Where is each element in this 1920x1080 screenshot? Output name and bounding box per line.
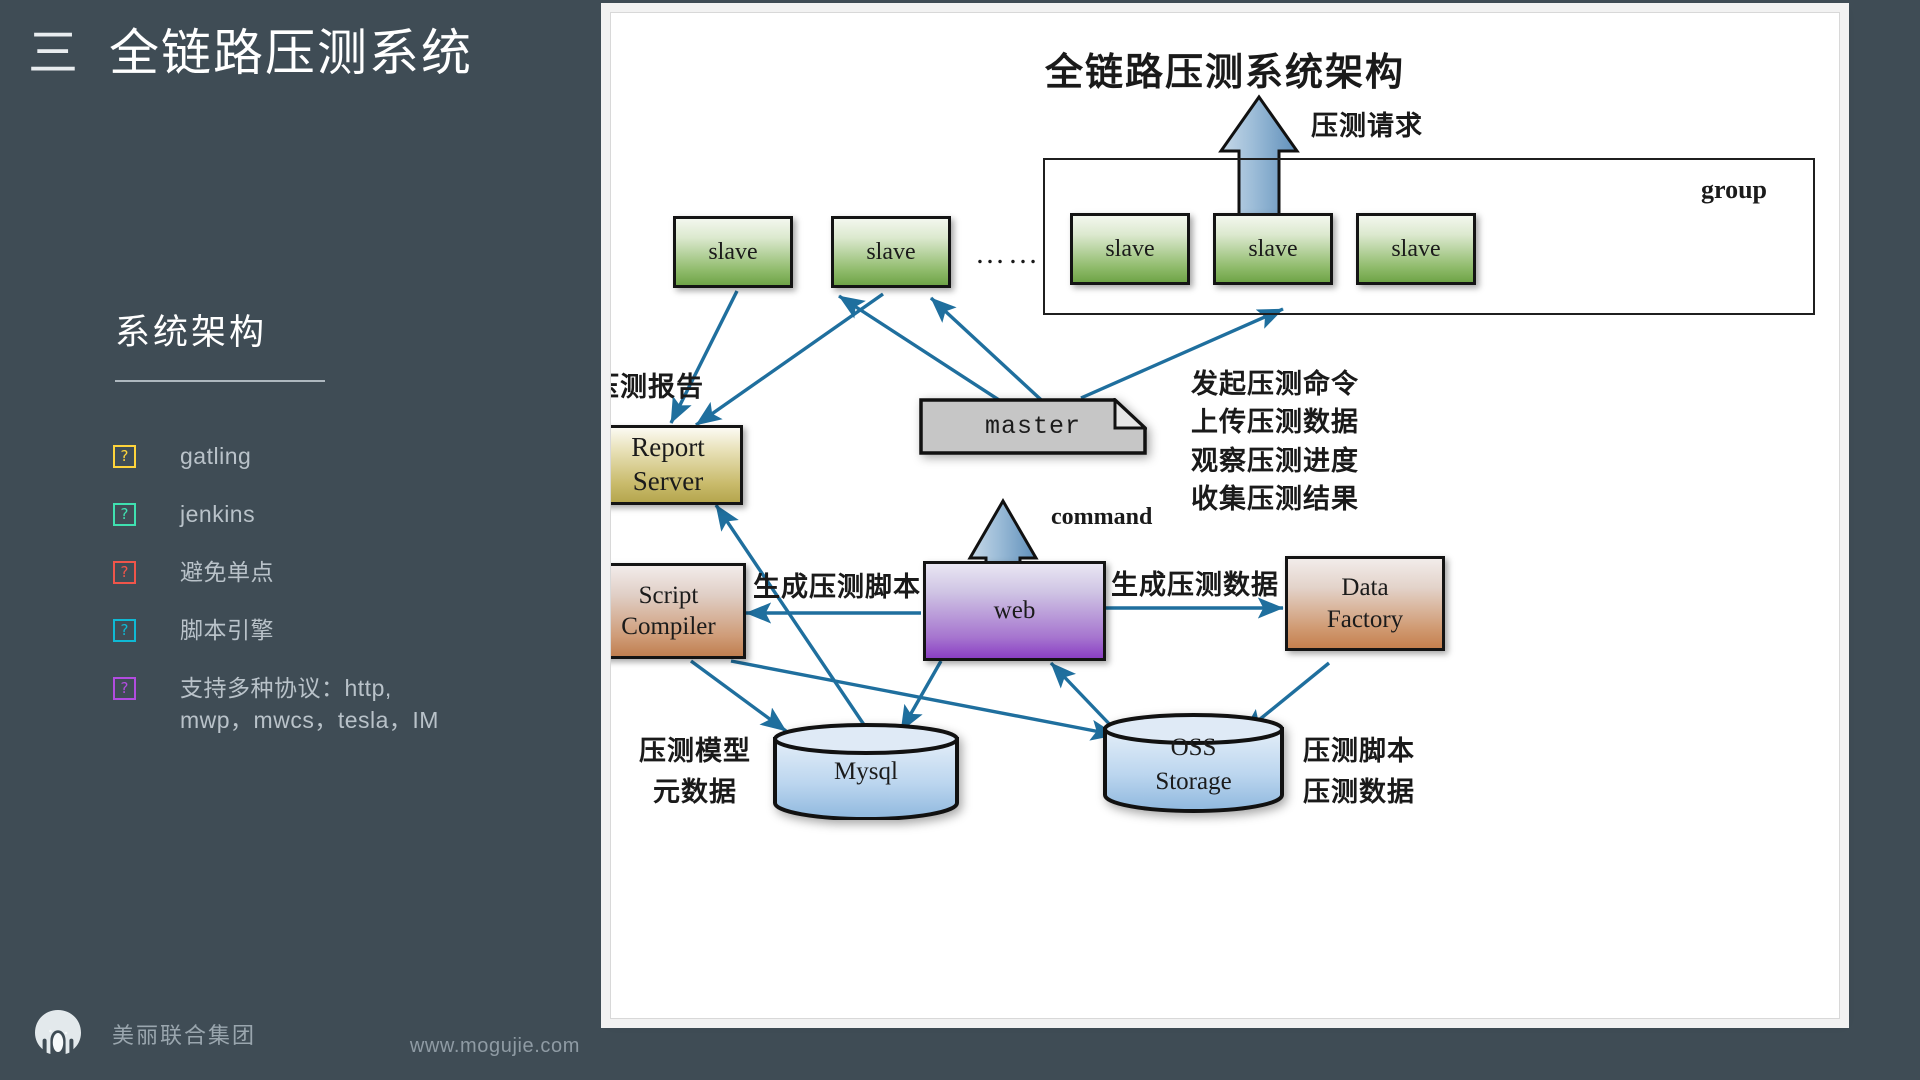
question-box-icon: ? xyxy=(113,619,136,642)
node-label: web xyxy=(993,597,1036,625)
page-title: 全链路压测系统 xyxy=(109,25,473,81)
node-slave-3[interactable]: slave xyxy=(1070,213,1190,285)
left-panel: 三 全链路压测系统 系统架构 ? gatling ? jenkins ? 避免单… xyxy=(0,0,610,1080)
node-slave-4[interactable]: slave xyxy=(1213,213,1333,285)
node-label: Script Compiler xyxy=(621,581,716,640)
label-generate-script: 生成压测脚本 xyxy=(753,572,921,602)
divider xyxy=(115,380,325,382)
node-script-compiler[interactable]: Script Compiler xyxy=(611,563,746,659)
question-box-icon: ? xyxy=(113,677,136,700)
node-master[interactable]: master xyxy=(919,396,1149,455)
subsection-title: 系统架构 xyxy=(115,313,268,352)
question-box-icon: ? xyxy=(113,561,136,584)
slide-header: 三 全链路压测系统 xyxy=(28,28,473,78)
list-item-label: 支持多种协议：http, mwp，mwcs，tesla，IM xyxy=(180,675,439,733)
label-master-operations: 发起压测命令 上传压测数据 观察压测进度 收集压测结果 xyxy=(1191,369,1359,514)
node-label: slave xyxy=(1391,236,1441,262)
label-oss-description: 压测脚本 压测数据 xyxy=(1303,736,1415,807)
label-stress-request: 压测请求 xyxy=(1311,111,1423,141)
node-slave-1[interactable]: slave xyxy=(673,216,793,288)
bullet-list: ? gatling ? jenkins ? 避免单点 ? 脚本引擎 ? 支持多种… xyxy=(113,440,573,762)
node-slave-5[interactable]: slave xyxy=(1356,213,1476,285)
node-label: slave xyxy=(1248,236,1298,262)
subsection-block: 系统架构 xyxy=(115,312,325,382)
slave-ellipsis: …… xyxy=(975,237,1041,270)
node-web[interactable]: web xyxy=(923,561,1106,661)
footer-brand-block: 美丽联合集团 xyxy=(30,1006,256,1062)
label-mysql-description: 压测模型 元数据 xyxy=(639,736,751,807)
node-label: slave xyxy=(1105,236,1155,262)
list-item[interactable]: ? 支持多种协议：http, mwp，mwcs，tesla，IM xyxy=(113,672,573,736)
node-label: slave xyxy=(708,239,758,265)
diagram-canvas: 全链路压测系统架构 group slave slave …… slave sla… xyxy=(611,13,1839,1018)
footer-url: www.mogujie.com xyxy=(409,1035,580,1057)
list-item-label: gatling xyxy=(180,443,252,469)
list-item[interactable]: ? gatling xyxy=(113,440,573,472)
section-number: 三 xyxy=(28,24,79,82)
slide-root: 三 全链路压测系统 系统架构 ? gatling ? jenkins ? 避免单… xyxy=(0,0,1920,1080)
node-report-server[interactable]: Report Server xyxy=(611,425,743,505)
question-box-icon: ? xyxy=(113,445,136,468)
architecture-diagram-panel: 全链路压测系统架构 group slave slave …… slave sla… xyxy=(610,12,1840,1019)
footer-brand-text: 美丽联合集团 xyxy=(112,1023,257,1048)
list-item-label: 脚本引擎 xyxy=(180,617,274,643)
list-item[interactable]: ? 避免单点 xyxy=(113,556,573,588)
group-label: group xyxy=(1701,175,1767,204)
node-data-factory[interactable]: Data Factory xyxy=(1285,556,1445,651)
node-label: slave xyxy=(866,239,916,265)
node-mysql[interactable] xyxy=(771,723,961,821)
list-item[interactable]: ? 脚本引擎 xyxy=(113,614,573,646)
question-box-icon: ? xyxy=(113,503,136,526)
node-slave-2[interactable]: slave xyxy=(831,216,951,288)
label-command: command xyxy=(1051,504,1153,530)
label-upload-report: 上传压测报告 xyxy=(611,372,704,402)
mogujie-mushroom-logo-icon xyxy=(30,1006,86,1062)
node-label: master xyxy=(984,412,1081,441)
list-item-label: 避免单点 xyxy=(180,559,274,585)
node-oss-storage[interactable] xyxy=(1101,713,1286,813)
list-item-label: jenkins xyxy=(180,501,256,527)
list-item[interactable]: ? jenkins xyxy=(113,498,573,530)
node-label: Report Server xyxy=(631,432,705,496)
node-label: Data Factory xyxy=(1326,574,1404,633)
label-generate-data: 生成压测数据 xyxy=(1111,570,1279,600)
